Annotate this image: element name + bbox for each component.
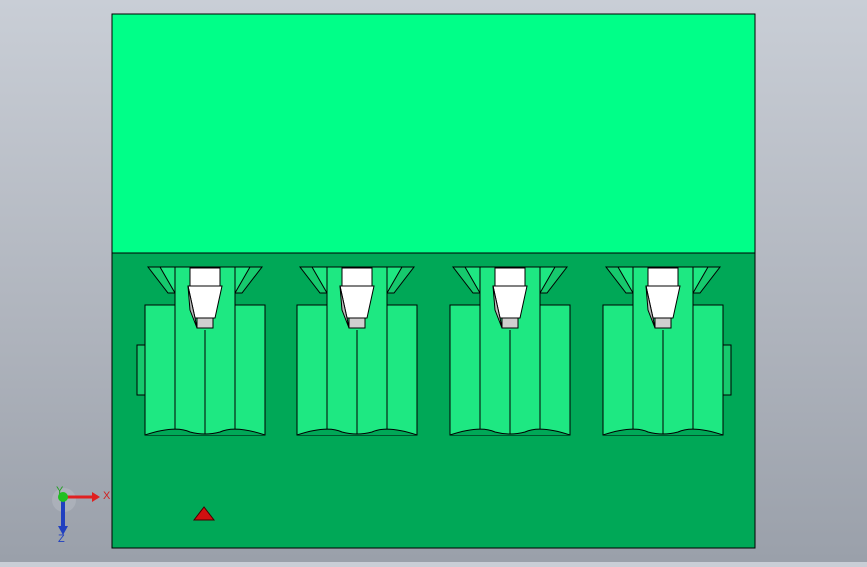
pin-contact [341, 267, 373, 287]
pin-contact [494, 267, 526, 287]
model-scene[interactable]: X Y Z [0, 0, 867, 562]
side-latch-left [136, 344, 146, 396]
y-axis-label: Y [56, 485, 64, 497]
side-latch-right [722, 344, 732, 396]
top-face[interactable] [111, 13, 756, 254]
pin-contact [189, 267, 221, 287]
z-axis-label: Z [58, 533, 65, 545]
graphics-viewport[interactable]: X Y Z [0, 0, 867, 562]
pin-contact-tip [348, 317, 366, 329]
pin-contact [647, 267, 679, 287]
pin-contact-tip [196, 317, 214, 329]
x-arrowhead-icon [92, 492, 100, 502]
coordinate-triad[interactable]: X Y Z [52, 485, 111, 545]
pin-contact-tip [501, 317, 519, 329]
x-axis-label: X [103, 490, 111, 502]
pin-contact-tip [654, 317, 672, 329]
